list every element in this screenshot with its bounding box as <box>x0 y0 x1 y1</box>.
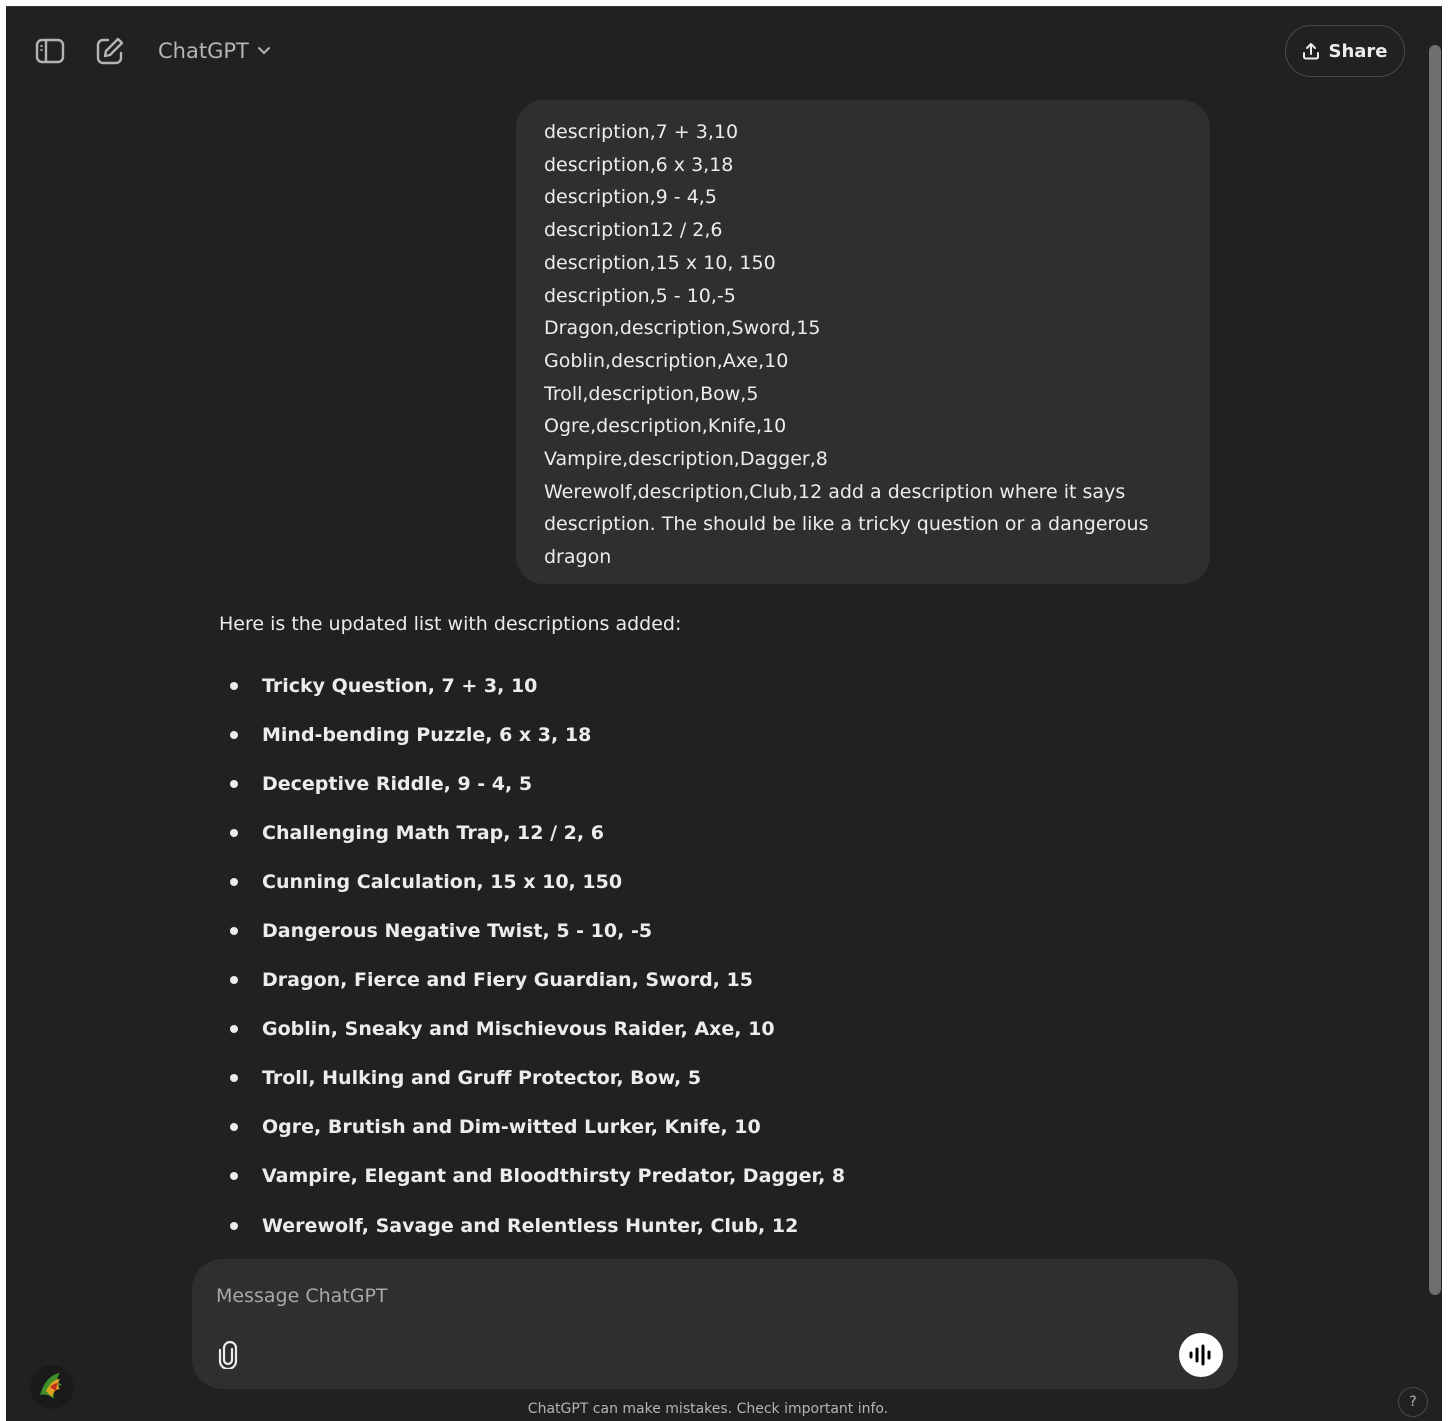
bullet <box>230 730 238 739</box>
list-item: Werewolf, Savage and Relentless Hunter, … <box>219 1201 1119 1250</box>
bullet <box>230 1074 238 1083</box>
user-message-line: description,7 + 3,10 <box>544 121 739 143</box>
list-item-text: Dangerous Negative Twist, 5 - 10, -5 <box>262 920 653 943</box>
user-message-line: Troll,description,Bow,5 <box>544 382 759 405</box>
chat-window: ChatGPT Share description,7 + 3,10 descr… <box>6 6 1442 1421</box>
list-item-text: Werewolf, Savage and Relentless Hunter, … <box>262 1214 799 1237</box>
upload-icon <box>1303 43 1320 60</box>
share-button[interactable]: Share <box>1285 25 1405 77</box>
bullet <box>230 681 238 690</box>
list-item: Deceptive Riddle, 9 - 4, 5 <box>219 759 1119 808</box>
new-chat-button[interactable] <box>92 33 128 69</box>
user-message-line: Werewolf,description,Club,12 add a descr… <box>544 480 1149 569</box>
bullet <box>230 1221 238 1230</box>
question-icon: ? <box>1409 1394 1417 1410</box>
list-item-text: Vampire, Elegant and Bloodthirsty Predat… <box>262 1165 846 1188</box>
sidebar-toggle-icon <box>35 38 65 64</box>
user-message-line: Dragon,description,Sword,15 <box>544 317 821 340</box>
help-button[interactable]: ? <box>1398 1387 1428 1417</box>
list-item-text: Tricky Question, 7 + 3, 10 <box>262 674 538 697</box>
message-input[interactable] <box>216 1281 1116 1311</box>
list-item-text: Goblin, Sneaky and Mischievous Raider, A… <box>262 1018 775 1041</box>
list-item: Mind-bending Puzzle, 6 x 3, 18 <box>219 710 1119 759</box>
user-avatar[interactable] <box>30 1365 74 1409</box>
list-item: Troll, Hulking and Gruff Protector, Bow,… <box>219 1054 1119 1103</box>
list-item: Dangerous Negative Twist, 5 - 10, -5 <box>219 906 1119 955</box>
sidebar-toggle-button[interactable] <box>32 33 68 69</box>
list-item: Vampire, Elegant and Bloodthirsty Predat… <box>219 1152 1119 1201</box>
user-message-line: description,9 - 4,5 <box>544 186 717 209</box>
bullet <box>230 927 238 936</box>
list-item: Challenging Math Trap, 12 / 2, 6 <box>219 808 1119 857</box>
waveform-icon <box>1189 1344 1211 1366</box>
user-message-line: description,15 x 10, 150 <box>544 251 776 274</box>
pencil-square-icon <box>96 37 124 65</box>
share-label: Share <box>1328 40 1388 62</box>
user-message-line: description12 / 2,6 <box>544 219 723 242</box>
user-message-line: Vampire,description,Dagger,8 <box>544 448 828 471</box>
user-message-line: description,5 - 10,-5 <box>544 284 736 307</box>
message-composer <box>192 1259 1238 1389</box>
bullet <box>230 877 238 886</box>
assistant-list: Tricky Question, 7 + 3, 10 Mind-bending … <box>219 661 1119 1250</box>
assistant-intro: Here is the updated list with descriptio… <box>219 613 682 635</box>
list-item-text: Deceptive Riddle, 9 - 4, 5 <box>262 772 533 795</box>
user-message-line: Ogre,description,Knife,10 <box>544 415 787 438</box>
bullet <box>230 779 238 788</box>
list-item: Ogre, Brutish and Dim-witted Lurker, Kni… <box>219 1103 1119 1152</box>
list-item: Goblin, Sneaky and Mischievous Raider, A… <box>219 1005 1119 1054</box>
bullet <box>230 1172 238 1181</box>
user-message-line: description,6 x 3,18 <box>544 153 734 176</box>
attach-button[interactable] <box>212 1339 244 1371</box>
disclaimer-text: ChatGPT can make mistakes. Check importa… <box>527 1401 889 1417</box>
chevron-down-icon <box>257 47 270 55</box>
list-item: Tricky Question, 7 + 3, 10 <box>219 661 1119 710</box>
list-item-text: Dragon, Fierce and Fiery Guardian, Sword… <box>262 969 753 992</box>
list-item-text: Troll, Hulking and Gruff Protector, Bow,… <box>262 1067 702 1090</box>
bullet <box>230 976 238 985</box>
bullet <box>230 1025 238 1034</box>
list-item-text: Challenging Math Trap, 12 / 2, 6 <box>262 821 604 844</box>
list-item: Dragon, Fierce and Fiery Guardian, Sword… <box>219 956 1119 1005</box>
list-item: Cunning Calculation, 15 x 10, 150 <box>219 857 1119 906</box>
user-message: description,7 + 3,10 description,6 x 3,1… <box>516 100 1210 584</box>
list-item-text: Cunning Calculation, 15 x 10, 150 <box>262 870 623 893</box>
top-bar: ChatGPT Share <box>6 7 1426 93</box>
paperclip-icon <box>218 1341 238 1369</box>
bullet <box>230 1123 238 1132</box>
bullet <box>230 828 238 837</box>
model-name: ChatGPT <box>158 39 249 63</box>
model-selector[interactable]: ChatGPT <box>158 35 271 67</box>
voice-mode-button[interactable] <box>1179 1333 1223 1377</box>
list-item-text: Mind-bending Puzzle, 6 x 3, 18 <box>262 723 592 746</box>
user-message-line: Goblin,description,Axe,10 <box>544 349 789 372</box>
avatar-image <box>30 1365 74 1409</box>
list-item-text: Ogre, Brutish and Dim-witted Lurker, Kni… <box>262 1116 761 1139</box>
scrollbar-thumb[interactable] <box>1429 45 1441 1295</box>
